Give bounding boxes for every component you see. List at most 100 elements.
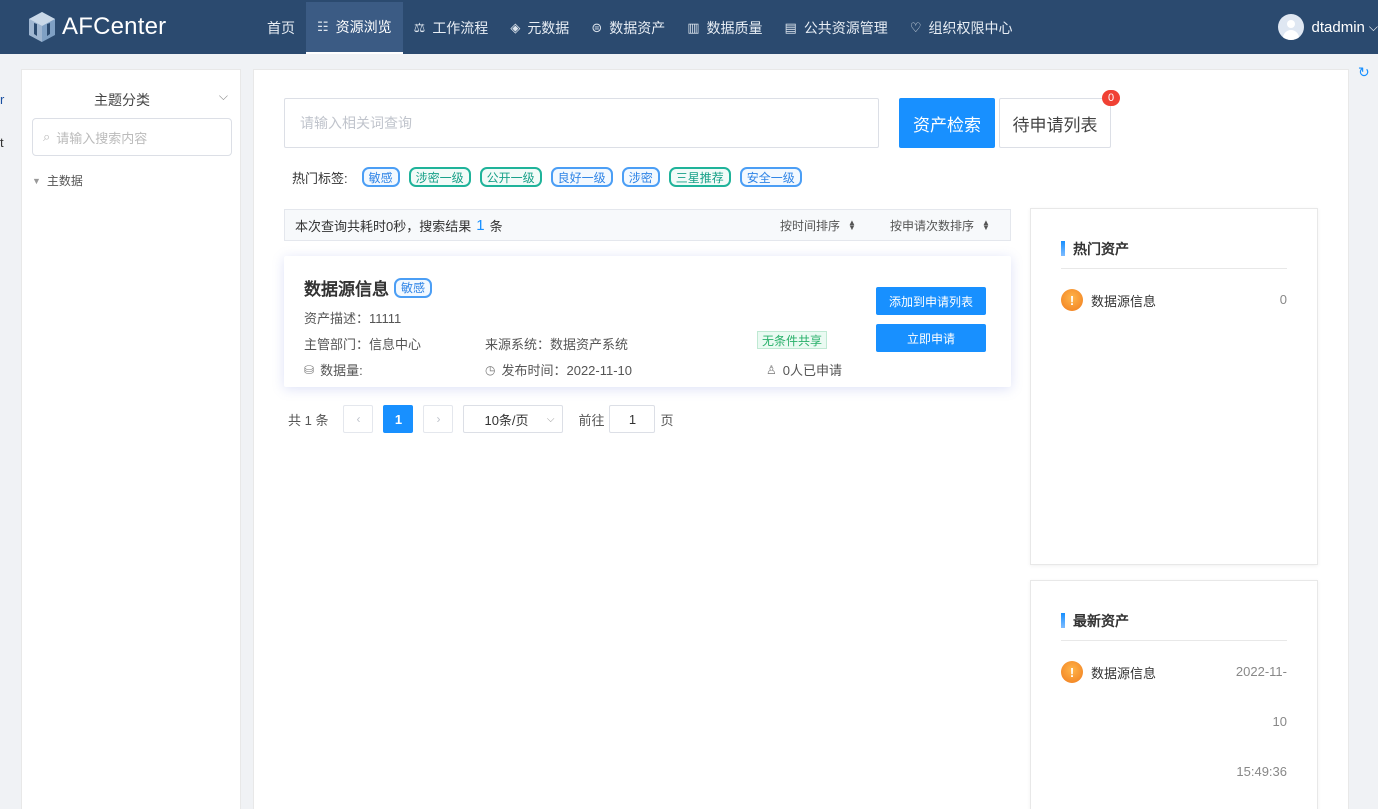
nav-org-permissions[interactable]: ♡ 组织权限中心 [899, 2, 1024, 54]
chevron-down-icon: ⌵ [1368, 19, 1378, 34]
refresh-icon[interactable]: ↻ [1358, 64, 1370, 81]
latest-assets-header: 最新资产 [1061, 611, 1287, 641]
hot-tags-label: 热门标签: [292, 170, 348, 186]
asset-result-card: 数据源信息 敏感 资产描述：11111 主管部门：信息中心 来源系统：数据资产系… [284, 256, 1011, 387]
search-placeholder: 请输入相关词查询 [300, 115, 412, 131]
goto-page-input[interactable]: 1 [609, 405, 656, 433]
asset-volume-text: 数据量: [320, 363, 363, 378]
tree-item-label: 主数据 [46, 174, 83, 188]
nav-workflow[interactable]: ⚖ 工作流程 [403, 2, 500, 54]
sort-arrows-icon: ▲ ▼ [848, 218, 856, 232]
latest-asset-item[interactable]: ! 数据源信息 [1061, 661, 1156, 683]
latest-asset-time: 15:49:36 [1236, 764, 1287, 779]
chevron-down-icon[interactable]: ⌵ [219, 89, 228, 104]
pagination: 共 1 条 ‹ 1 › 10条/页 ⌵ 前往 1 页 [288, 405, 674, 433]
latest-assets-title: 最新资产 [1073, 613, 1129, 629]
page-size-value: 10条/页 [484, 412, 529, 428]
hot-asset-count: 0 [1279, 292, 1287, 307]
pending-count-badge: 0 [1102, 90, 1120, 106]
hot-asset-name: 数据源信息 [1091, 293, 1157, 309]
add-to-request-list-button[interactable]: 添加到申请列表 [876, 287, 986, 315]
hot-assets-title: 热门资产 [1073, 241, 1129, 257]
list-icon: ☷ [317, 19, 329, 34]
sort-by-requests[interactable]: 按申请次数排序 ▲ ▼ [890, 210, 990, 240]
hot-tag[interactable]: 涉密一级 [408, 167, 471, 187]
asset-applied-text: 0人已申请 [782, 363, 842, 378]
nav-label: 工作流程 [432, 20, 489, 36]
nav-data-assets[interactable]: ⊜ 数据资产 [580, 2, 676, 54]
asset-publish-time: ◷ 发布时间：2022-11-10 [485, 360, 632, 379]
sidebar-title: 主题分类 [94, 92, 150, 108]
sidebar-search-placeholder: 请输入搜索内容 [56, 130, 148, 146]
page-size-select[interactable]: 10条/页 ⌵ [463, 405, 564, 433]
hot-tag[interactable]: 良好一级 [550, 167, 613, 187]
main-nav: 首页 ☷ 资源浏览 ⚖ 工作流程 ◈ 元数据 ⊜ 数据资产 ▥ 数据质量 ▤ 公共资源管理 … [256, 0, 1023, 54]
nav-label: 资源浏览 [335, 19, 392, 35]
tree-item-master-data[interactable]: ▼ 主数据 [32, 172, 83, 189]
asset-description: 资产描述：11111 [304, 311, 402, 326]
apply-now-button[interactable]: 立即申请 [876, 324, 986, 352]
user-icon: ♙ [766, 362, 777, 377]
sort-label: 按时间排序 [780, 218, 841, 233]
hot-tag[interactable]: 公开一级 [479, 167, 542, 187]
doc-icon: ▤ [784, 20, 797, 35]
share-type-badge: 无条件共享 [757, 331, 828, 349]
category-sidebar: 主题分类 ⌵ ⌕ 请输入搜索内容 ▼ 主数据 [21, 69, 241, 809]
logo-icon [29, 12, 55, 42]
hot-tags: 热门标签: 敏感 涉密一级 公开一级 良好一级 涉密 三星推荐 安全一级 [292, 167, 811, 187]
asset-search-input[interactable]: 请输入相关词查询 [284, 98, 879, 148]
nav-label: 数据资产 [609, 20, 666, 36]
user-menu[interactable]: dtadmin ⌵ [1277, 0, 1378, 54]
result-summary-bar: 本次查询共耗时0秒，搜索结果 1 条 按时间排序 ▲ ▼ 按申请次数排序 ▲ ▼ [284, 209, 1011, 241]
sort-by-time[interactable]: 按时间排序 ▲ ▼ [780, 210, 856, 240]
page-number-current[interactable]: 1 [383, 405, 414, 433]
asset-title-text: 数据源信息 [304, 280, 389, 299]
nav-label: 数据质量 [706, 20, 763, 36]
pending-list-button[interactable]: 待申请列表 [999, 98, 1111, 148]
sort-label: 按申请次数排序 [890, 218, 975, 233]
nav-data-quality[interactable]: ▥ 数据质量 [676, 2, 773, 54]
nav-metadata[interactable]: ◈ 元数据 [499, 2, 580, 54]
nav-label: 组织权限中心 [928, 20, 1013, 36]
header-accent-bar [1061, 613, 1065, 628]
asset-tag: 敏感 [394, 277, 433, 298]
sidebar-search-input[interactable]: ⌕ 请输入搜索内容 [32, 118, 232, 156]
nav-resource-browse[interactable]: ☷ 资源浏览 [306, 2, 403, 54]
hot-assets-card: 热门资产 ! 数据源信息 0 [1030, 208, 1318, 565]
username: dtadmin [1311, 18, 1365, 36]
next-page-button[interactable]: › [423, 405, 454, 433]
top-header: AFCenter 首页 ☷ 资源浏览 ⚖ 工作流程 ◈ 元数据 ⊜ 数据资产 ▥ 数据质量… [0, 0, 1378, 54]
asset-publish-text: 发布时间：2022-11-10 [501, 363, 633, 378]
nav-label: 元数据 [527, 20, 570, 36]
edge-fragment: r [0, 92, 5, 107]
sort-arrows-icon: ▲ ▼ [982, 218, 990, 232]
logo-text: AFCenter [62, 13, 167, 40]
avatar [1277, 14, 1304, 40]
chevron-down-icon: ⌵ [546, 413, 555, 425]
caret-down-icon[interactable]: ▼ [32, 176, 41, 186]
asset-title[interactable]: 数据源信息 敏感 [304, 275, 441, 300]
hot-tag[interactable]: 三星推荐 [668, 167, 731, 187]
nav-public-resources[interactable]: ▤ 公共资源管理 [774, 2, 899, 54]
workflow-icon: ⚖ [413, 20, 426, 35]
result-count: 1 [476, 216, 485, 234]
result-suffix: 条 [489, 218, 503, 234]
hot-asset-item[interactable]: ! 数据源信息 [1061, 289, 1156, 311]
database-icon: ⛁ [304, 362, 315, 377]
asset-applied-count: ♙ 0人已申请 [766, 360, 842, 379]
latest-asset-date: 10 [1272, 714, 1287, 729]
hot-tag[interactable]: 涉密 [621, 167, 660, 187]
prev-page-button[interactable]: ‹ [343, 405, 374, 433]
nav-label: 公共资源管理 [803, 20, 888, 36]
logo[interactable]: AFCenter [28, 11, 256, 43]
asset-icon: ⊜ [591, 20, 603, 35]
hot-tag[interactable]: 敏感 [361, 167, 400, 187]
hot-tag[interactable]: 安全一级 [739, 167, 802, 187]
nav-home[interactable]: 首页 [256, 2, 306, 54]
asset-search-button[interactable]: 资产检索 [899, 98, 995, 148]
goto-label: 前往 [578, 412, 605, 428]
page-suffix: 页 [660, 412, 674, 428]
layers-icon: ◈ [510, 20, 521, 35]
warning-icon: ! [1061, 661, 1083, 683]
heart-icon: ♡ [909, 20, 922, 35]
